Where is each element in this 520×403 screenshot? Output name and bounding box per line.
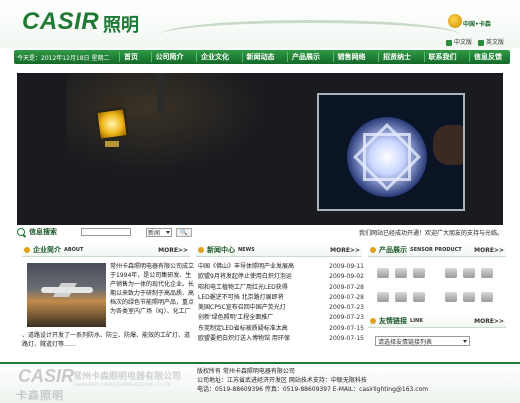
search-bar: 信息搜索 新闻 🔍 我们网站已经成功开通！欢迎广大朋友的支持与光临。	[17, 226, 503, 238]
footer-logo: CASIR	[18, 366, 75, 386]
news-item[interactable]: 创新'绿色照明'工程全面推广 2009-07-23	[198, 313, 364, 323]
about-photo	[27, 263, 106, 327]
footer-contact: 电话：0519-88609396 传真：0519-88609397 E-MAIL…	[197, 386, 429, 393]
about-more-link[interactable]: MORE>>	[158, 247, 188, 254]
news-item[interactable]: 欧盟9月将发起停止使用白炽灯泡运 2009-09-02	[198, 272, 364, 282]
news-item[interactable]: LED邂逆不可挡 北京路灯展即将 2009-07-28	[198, 293, 364, 303]
news-item[interactable]: 中国《佛山》丰导体照明产业发展高 2009-09-11	[198, 262, 364, 272]
search-label: 信息搜索	[29, 228, 57, 236]
hero-banner	[17, 73, 503, 225]
news-header: 新闻中心 NEWS MORE>>	[196, 244, 362, 257]
footer-company-cn: 常州卡森照明电器有限公司	[73, 372, 182, 382]
nav-item-contact[interactable]: 联系我们	[423, 52, 461, 62]
section-bullet-icon	[370, 247, 376, 253]
chevron-down-icon	[166, 230, 170, 234]
links-more-link[interactable]: MORE>>	[474, 318, 504, 325]
products-header: 产品展示 SENSOR PRODUCT MORE>>	[368, 244, 506, 257]
nav-item-news[interactable]: 新闻动态	[241, 52, 279, 62]
lamp-arm	[157, 73, 165, 113]
lang-en-link[interactable]: 英文版	[478, 37, 504, 46]
news-item[interactable]: 东莞制定LED省标被质疑标准太高 2009-07-15	[198, 324, 364, 334]
lantern-lamp-image	[95, 107, 129, 141]
brand-badge-text: 中国•卡森	[463, 21, 491, 28]
footer: CASIR 卡森照明 常州卡森照明电器有限公司 CHANGZHOU CASIR …	[0, 362, 520, 403]
news-item[interactable]: 美国CPSC宣布召回中国产荧光灯 2009-07-23	[198, 303, 364, 313]
nav-item-feedback[interactable]: 信息反馈	[469, 52, 506, 62]
nav-item-jobs[interactable]: 招贤纳士	[378, 52, 415, 62]
product-thumb[interactable]	[481, 292, 493, 302]
product-thumb[interactable]	[377, 292, 389, 302]
product-thumb[interactable]	[413, 268, 425, 278]
logo-cn: 照明	[103, 15, 139, 36]
news-item[interactable]: 昭和电工植物工厂用红光LED获得 2009-07-28	[198, 283, 364, 293]
magnifier-icon: 🔍	[180, 228, 188, 236]
product-thumb[interactable]	[395, 292, 407, 302]
section-bullet-icon	[24, 247, 30, 253]
product-thumb[interactable]	[377, 268, 389, 278]
main-nav: 今天是：2012年12月18日 星期二 首页 公司简介 企业文化 新闻动态 产品…	[14, 50, 510, 64]
lang-cn-link[interactable]: 中文版	[446, 37, 472, 46]
links-header: 友情链接 LINK MORE>>	[368, 315, 506, 328]
section-bullet-icon	[370, 318, 376, 324]
nav-item-sales[interactable]: 销售网络	[332, 52, 370, 62]
header-swoosh	[160, 20, 460, 50]
footer-info: 版权所有 常州卡森照明电器有限公司 公司地址：江苏省武进经济开发区 网站技术支持…	[197, 367, 428, 394]
product-thumb[interactable]	[395, 268, 407, 278]
footer-company-en: CHANGZHOU CASIR LIGHTING ELECTRIC CO.,LT…	[73, 382, 171, 387]
flag-cn-icon	[446, 39, 452, 46]
nav-date: 今天是：2012年12月18日 星期二	[17, 54, 110, 62]
nav-item-about[interactable]: 公司简介	[150, 52, 188, 62]
product-thumbnails[interactable]	[371, 260, 507, 312]
footer-address: 公司地址：江苏省武进经济开发区 网站技术支持：中联无限科技	[197, 377, 367, 384]
news-more-link[interactable]: MORE>>	[330, 247, 360, 254]
news-list: 中国《佛山》丰导体照明产业发展高 2009-09-11 欧盟9月将发起停止使用白炽…	[198, 262, 364, 344]
about-text: 常州卡森照明电器有限公司成立于1994年，是公司集研发、生产销售为一体的现代化企…	[110, 263, 195, 315]
product-thumb[interactable]	[413, 292, 425, 302]
product-thumb[interactable]	[445, 292, 457, 302]
led-lamp-photo	[317, 93, 465, 211]
nav-item-home[interactable]: 首页	[119, 52, 142, 62]
logo-casir[interactable]: CASIR	[22, 8, 99, 36]
news-item[interactable]: 欧盟要把白炽灯送入博物馆 用环保 2009-07-15	[198, 334, 364, 344]
about-header: 企业简介 ABOUT MORE>>	[22, 244, 190, 257]
search-button[interactable]: 🔍	[176, 227, 192, 237]
nav-item-products[interactable]: 产品展示	[287, 52, 324, 62]
about-text-continued: 、道路设计开发了一系列防水、防尘、防爆、能效的工矿灯、道路灯、隧道灯等……	[22, 332, 191, 348]
scrolling-notice: 我们网站已经成功开通！欢迎广大朋友的支持与光临。	[358, 229, 503, 237]
flag-en-icon	[478, 39, 484, 46]
footer-copyright: 版权所有 常州卡森照明电器有限公司	[197, 368, 295, 375]
section-bullet-icon	[198, 247, 204, 253]
footer-logo-cn: 卡森照明	[16, 389, 64, 402]
friend-links-select[interactable]: 请选择友情链接列表	[375, 336, 470, 346]
brand-badge-icon	[448, 14, 462, 28]
product-thumb[interactable]	[445, 268, 457, 278]
nav-item-culture[interactable]: 企业文化	[196, 52, 233, 62]
header: CASIR 照明 中国•卡森 中文版 英文版	[0, 0, 520, 48]
product-thumb[interactable]	[481, 268, 493, 278]
product-thumb[interactable]	[463, 292, 475, 302]
search-input[interactable]	[81, 228, 131, 236]
products-more-link[interactable]: MORE>>	[474, 247, 504, 254]
search-category-select[interactable]: 新闻	[146, 227, 172, 237]
product-thumb[interactable]	[463, 268, 475, 278]
chevron-down-icon	[463, 339, 467, 343]
search-icon	[17, 228, 25, 236]
